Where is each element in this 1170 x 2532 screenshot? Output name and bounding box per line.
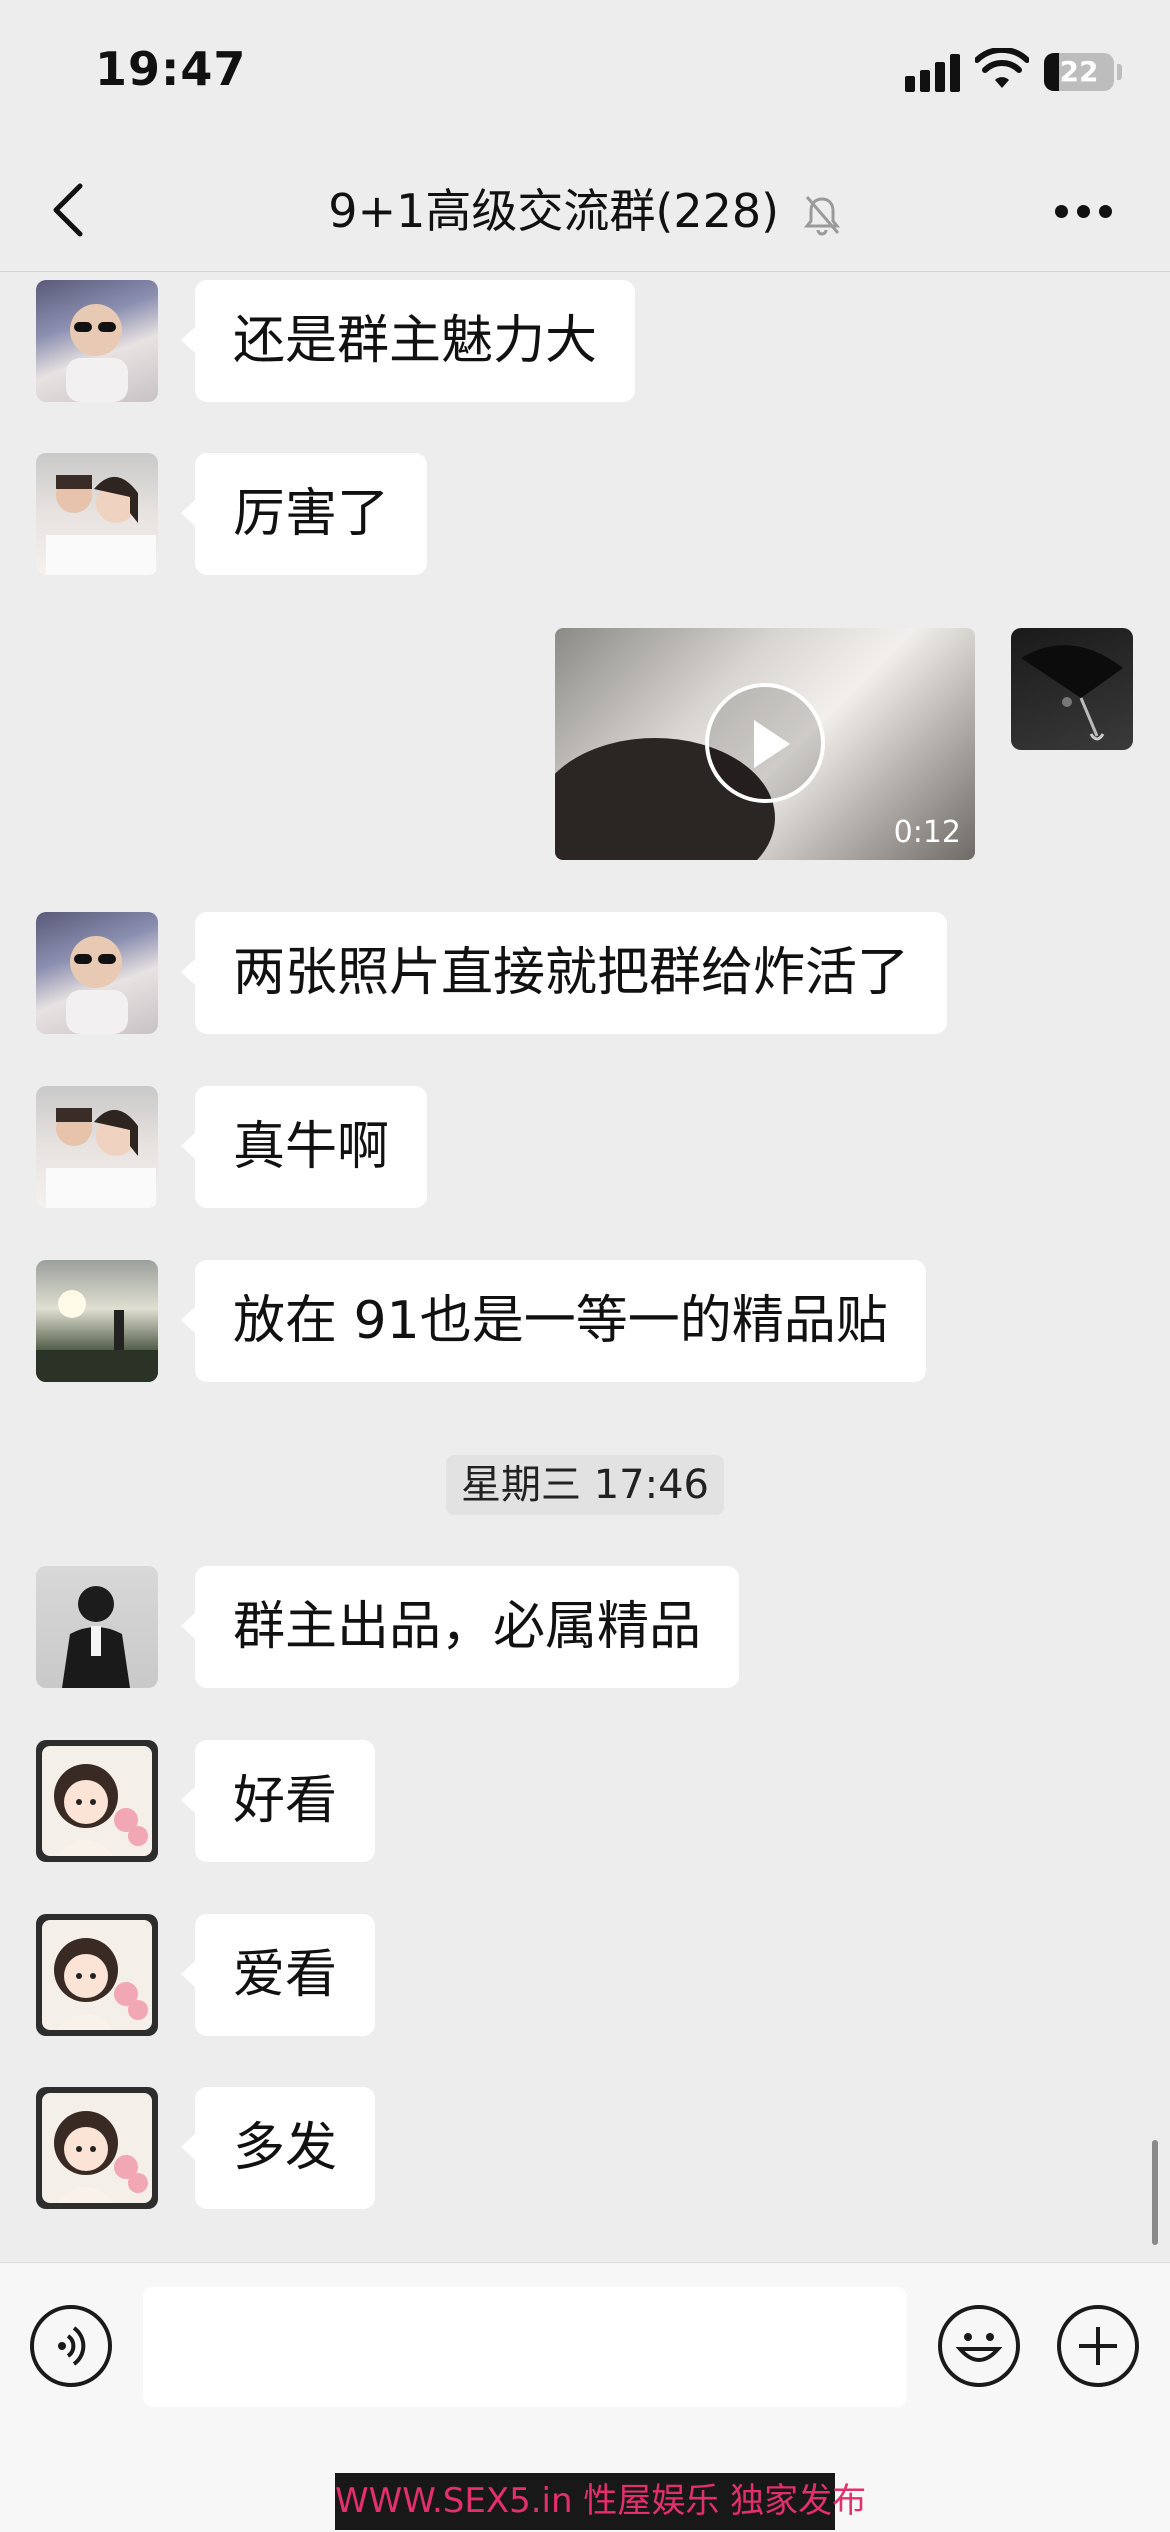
battery-icon: 22: [1044, 53, 1114, 91]
time-separator: 星期三 17:46: [446, 1455, 724, 1515]
wifi-icon: [975, 48, 1029, 88]
chat-title-wrap: 9+1高级交流群(228): [0, 176, 1170, 246]
avatar[interactable]: [36, 1914, 158, 2036]
video-message[interactable]: 0:12: [555, 628, 975, 860]
message-bubble[interactable]: 厉害了: [180, 453, 428, 575]
watermark-banner: WWW.SEX5.in 性屋娱乐 独家发布: [335, 2473, 866, 2530]
avatar[interactable]: [36, 1566, 158, 1688]
message-bubble[interactable]: 多发: [180, 2087, 376, 2209]
voice-input-icon[interactable]: [30, 2305, 112, 2387]
battery-tip: [1117, 64, 1122, 80]
cellular-signal-icon: [905, 52, 961, 92]
avatar[interactable]: [36, 1260, 158, 1382]
mute-bell-icon: [803, 195, 840, 235]
message-bubble[interactable]: 两张照片直接就把群给炸活了: [180, 912, 948, 1034]
avatar[interactable]: [36, 2087, 158, 2209]
message-input[interactable]: [143, 2287, 907, 2407]
avatar[interactable]: [36, 912, 158, 1034]
message-bubble[interactable]: 爱看: [180, 1914, 376, 2036]
play-icon[interactable]: [705, 683, 825, 803]
message-bubble[interactable]: 放在 91也是一等一的精品贴: [181, 1260, 926, 1382]
avatar[interactable]: [36, 453, 158, 575]
self-avatar[interactable]: [1011, 628, 1133, 750]
message-bubble[interactable]: 还是群主魅力大: [180, 280, 636, 402]
plus-icon[interactable]: [1057, 2305, 1139, 2387]
battery-level: 22: [1059, 55, 1099, 88]
more-options-icon[interactable]: [1055, 205, 1113, 219]
video-duration: 0:12: [893, 815, 961, 850]
message-bubble[interactable]: 真牛啊: [180, 1086, 428, 1208]
emoji-icon[interactable]: [938, 2305, 1020, 2387]
avatar[interactable]: [36, 1740, 158, 1862]
chat-header: 9+1高级交流群(228): [0, 150, 1170, 272]
status-time: 19:47: [95, 42, 247, 96]
scroll-indicator[interactable]: [1152, 2140, 1158, 2245]
status-bar: 19:47 22: [0, 0, 1170, 150]
message-bubble[interactable]: 好看: [180, 1740, 376, 1862]
message-bubble[interactable]: 群主出品，必属精品: [180, 1566, 740, 1688]
chat-title: 9+1高级交流群(228): [328, 184, 780, 238]
avatar[interactable]: [36, 280, 158, 402]
avatar[interactable]: [36, 1086, 158, 1208]
